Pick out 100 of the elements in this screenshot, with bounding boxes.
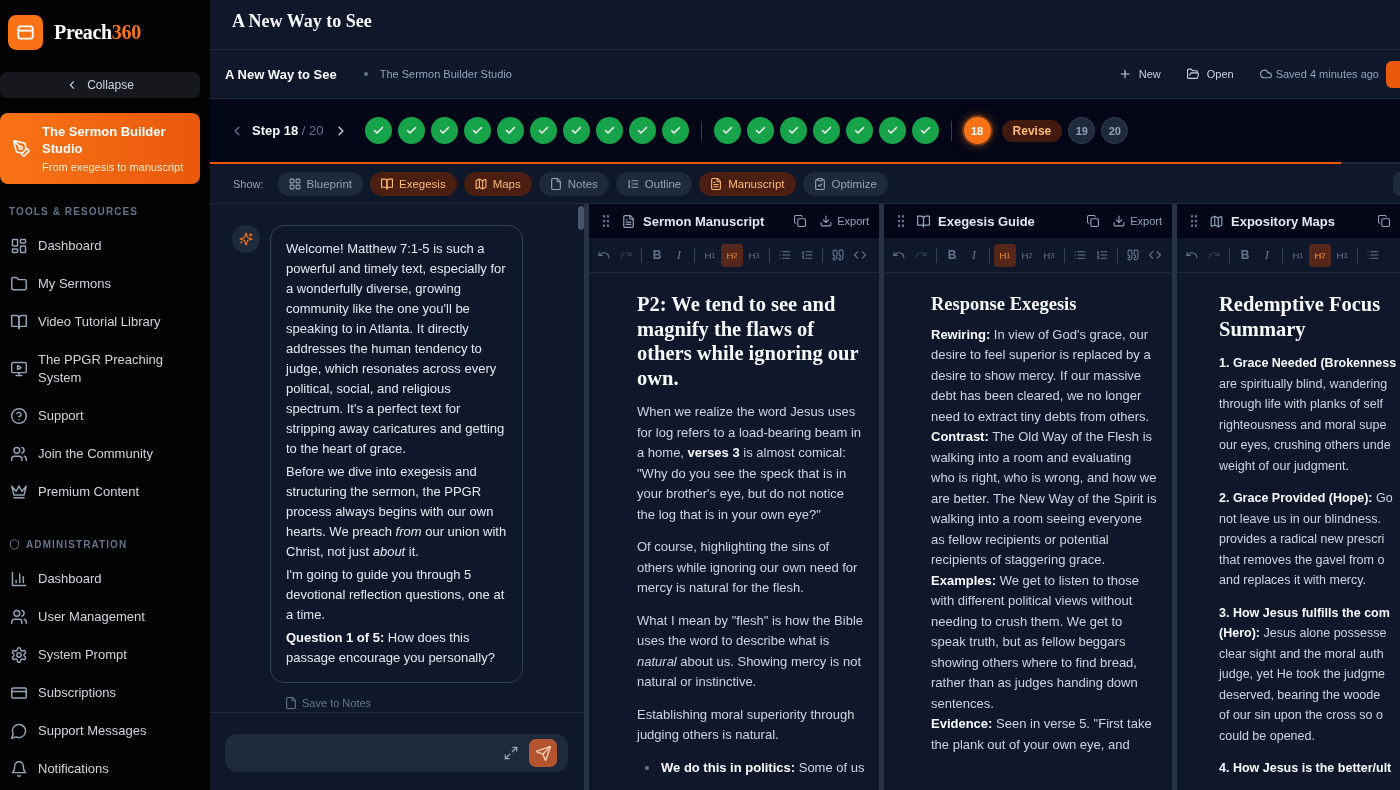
nav-item[interactable]: Dashboard	[0, 227, 200, 265]
format-button[interactable]: B	[941, 243, 963, 267]
nav-item[interactable]: Support	[0, 397, 200, 435]
code-icon	[854, 249, 866, 261]
view-toggle[interactable]: Outline	[615, 171, 693, 196]
copy-button[interactable]	[794, 215, 807, 227]
help-icon	[11, 408, 27, 424]
check-icon	[919, 125, 931, 136]
code-icon	[1149, 249, 1161, 261]
check-icon	[504, 125, 516, 136]
send-button[interactable]	[529, 739, 557, 767]
step-button[interactable]	[746, 117, 774, 144]
document-icon	[710, 177, 723, 190]
step-button[interactable]: 19	[1068, 117, 1096, 144]
open-book-icon	[380, 177, 393, 190]
view-toggle[interactable]: Exegesis	[369, 171, 457, 196]
quote-icon	[832, 249, 844, 261]
check-icon	[669, 125, 681, 136]
step-button[interactable]	[595, 117, 623, 144]
nav-item[interactable]: The PPGR Preaching System	[0, 341, 200, 397]
nav-item[interactable]: User Management	[0, 598, 200, 636]
folder-open-icon	[1186, 68, 1199, 80]
nav-item[interactable]: My Sermons	[0, 265, 200, 303]
nav-item[interactable]: Video Tutorial Library	[0, 303, 200, 341]
step-button[interactable]	[529, 117, 557, 144]
redo-icon	[915, 249, 927, 261]
check-icon	[853, 125, 865, 136]
map-icon	[1210, 214, 1223, 228]
expand-button[interactable]	[504, 746, 518, 760]
document-paragraph: Evidence: Seen in verse 5. "First take the plank out of your own eye, and	[931, 715, 1153, 754]
nav-item[interactable]: Dashboard	[0, 560, 200, 598]
step-button[interactable]	[779, 117, 807, 144]
open-button[interactable]: Open	[1186, 68, 1234, 80]
document-icon	[622, 214, 635, 228]
nav-item[interactable]: Support Messages	[0, 712, 200, 750]
nav-item[interactable]: System Prompt	[0, 636, 200, 674]
format-button[interactable]: B	[646, 243, 668, 267]
check-icon	[405, 125, 417, 136]
step-button[interactable]	[628, 117, 656, 144]
view-toggle[interactable]: Manuscript	[699, 171, 796, 196]
grip-icon[interactable]	[603, 215, 609, 227]
scrollbar-thumb[interactable]	[578, 206, 584, 230]
grid-icon	[11, 238, 27, 254]
document-paragraph: When we realize the word Jesus uses for log refers to a load-bearing beam in a home, verses 3 is almost comical: "Why do you see the speck that is in your brother's eye, but do not notice the log that is in your own eye?"	[637, 403, 862, 524]
step-button[interactable]	[878, 117, 906, 144]
format-button[interactable]: B	[1234, 243, 1256, 267]
shield-icon	[9, 538, 20, 550]
save-to-notes-button[interactable]: Save to Notes	[285, 697, 372, 709]
grip-icon[interactable]	[898, 215, 904, 227]
check-icon	[721, 125, 733, 136]
copy-button[interactable]	[1378, 215, 1390, 227]
view-toggle[interactable]: Notes	[538, 171, 609, 196]
grip-icon[interactable]	[1191, 215, 1197, 227]
export-button[interactable]: Export	[820, 215, 869, 227]
document-heading: P2: We tend to see and magnify the flaws of others while ignoring our own.	[637, 292, 860, 390]
nav-item[interactable]: Notifications	[0, 750, 200, 788]
studio-nav-card[interactable]: The Sermon Builder Studio From exegesis to manuscript	[0, 113, 200, 184]
people-icon	[11, 609, 27, 625]
step-button[interactable]	[562, 117, 590, 144]
step-button[interactable]	[661, 117, 689, 144]
chat-bubble-icon	[11, 723, 27, 739]
check-icon	[570, 125, 582, 136]
step-button[interactable]	[713, 117, 741, 144]
step-button[interactable]	[463, 117, 491, 144]
nav-item[interactable]: Subscriptions	[0, 674, 200, 712]
step-button[interactable]	[430, 117, 458, 144]
window-logo-icon[interactable]	[8, 15, 43, 50]
step-button[interactable]	[364, 117, 392, 144]
collapse-button[interactable]: Collapse	[0, 72, 200, 98]
copy-icon	[1087, 215, 1100, 227]
file-icon	[549, 177, 562, 190]
view-toggle[interactable]: Maps	[463, 171, 532, 196]
monitor-play-icon	[11, 361, 27, 377]
step-button[interactable]	[397, 117, 425, 144]
action-button[interactable]	[1386, 60, 1400, 88]
view-toggle[interactable]: Optimize	[802, 171, 888, 196]
step-button[interactable]: 20	[1101, 117, 1129, 144]
step-button[interactable]	[812, 117, 840, 144]
step-button[interactable]	[496, 117, 524, 144]
step-button[interactable]	[845, 117, 873, 144]
format-button[interactable]: I	[1256, 243, 1278, 267]
format-button[interactable]: I	[668, 243, 690, 267]
message-field[interactable]	[225, 734, 568, 772]
cloud-icon	[1259, 68, 1272, 80]
section-heading: ADMINISTRATION	[26, 538, 128, 550]
nav-item[interactable]: Premium Content	[0, 473, 200, 511]
download-icon	[1113, 215, 1126, 227]
copy-button[interactable]	[1087, 215, 1100, 227]
document-paragraph: Establishing moral superiority through judging others is natural.	[637, 705, 856, 744]
message-text: Welcome! Matthew 7:1-5 is such a powerful and timely text, especially for a wonderfully diverse, growing community like the one you'll be speaking to in Atlanta. It directly addresses the human tendency to judge, which resonates across every political, social, and religious spectrum. It's a perfect text for stripping away caricatures and getting to the heart of grace.	[286, 240, 507, 458]
export-button[interactable]: Export	[1113, 215, 1162, 227]
view-toggle[interactable]: Blueprint	[277, 171, 363, 196]
check-icon	[636, 125, 648, 136]
format-button[interactable]: I	[963, 243, 985, 267]
new-button[interactable]: New	[1118, 68, 1161, 80]
step-button[interactable]	[911, 117, 939, 144]
nav-item[interactable]: Join the Community	[0, 435, 200, 473]
document-paragraph: Contrast: The Old Way of the Flesh is walking into a room and evaluating who is right, who is wrong, and how we are better. The New Way of the Spirit is walking into a room seeing everyone as fellow recipients or potential recipients of staggering grace.	[931, 428, 1158, 569]
filter-label: Show:	[233, 177, 264, 190]
copy-icon	[794, 215, 807, 227]
